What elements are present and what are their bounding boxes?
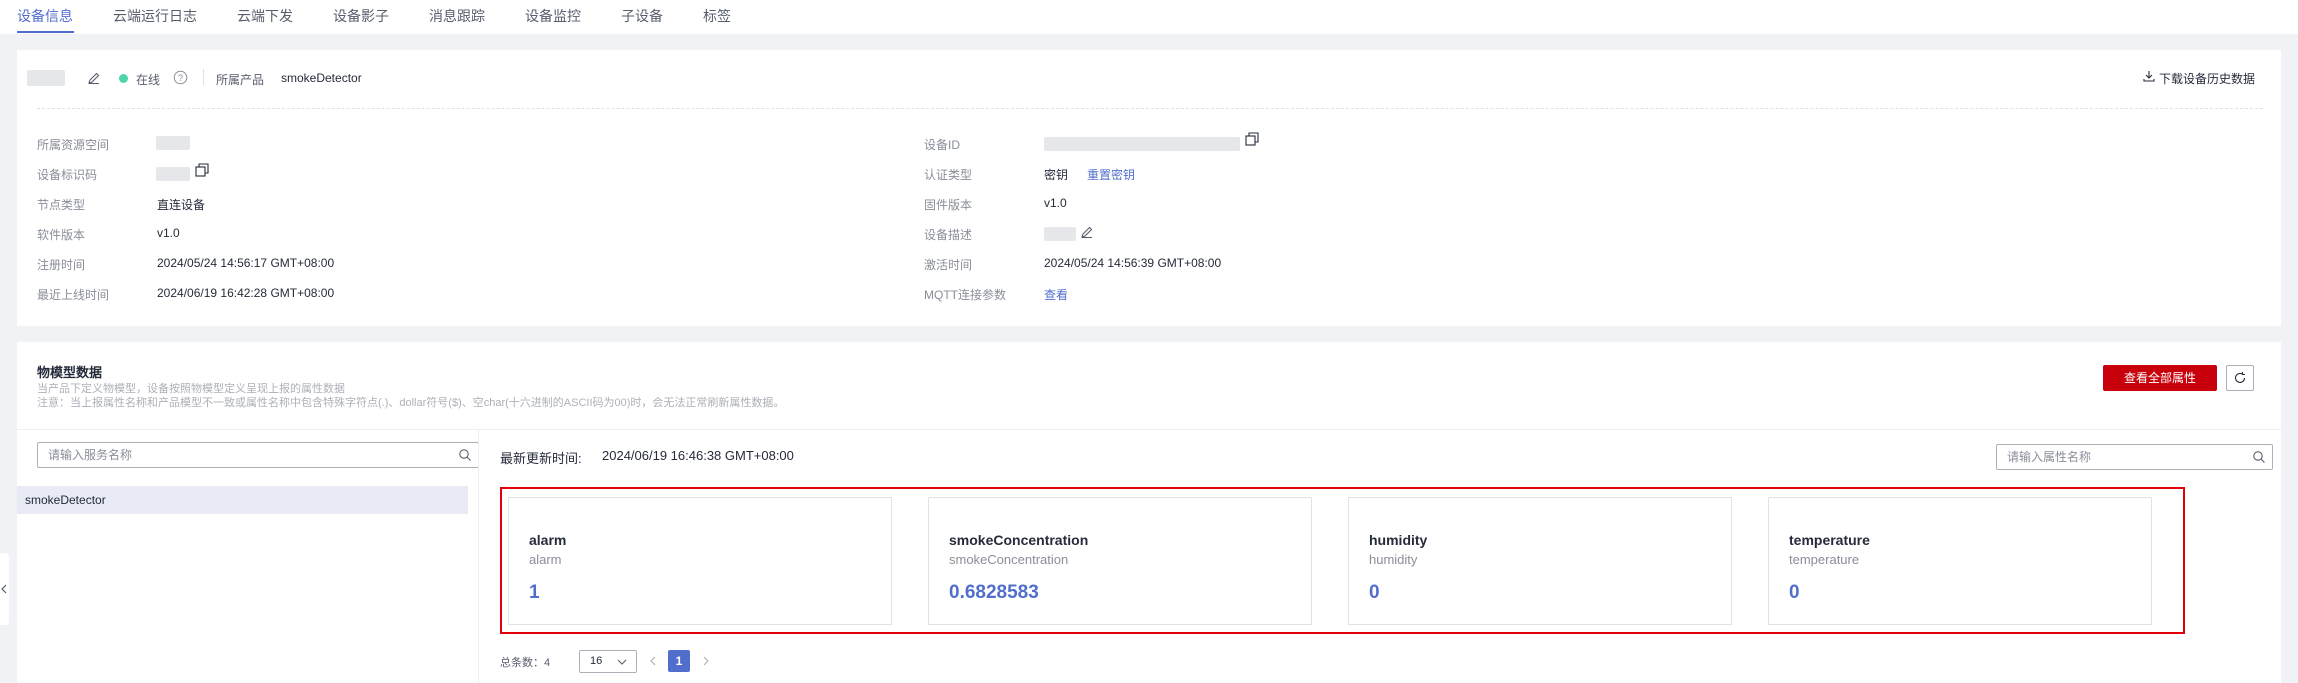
resource-space-redacted	[156, 136, 190, 150]
tab-device-shadow[interactable]: 设备影子	[333, 0, 389, 32]
tab-sub-device[interactable]: 子设备	[621, 0, 663, 32]
property-value: 1	[529, 582, 540, 603]
mqtt-view-link[interactable]: 查看	[1044, 286, 1068, 303]
tab-device-info[interactable]: 设备信息	[17, 0, 73, 32]
update-time-value: 2024/06/19 16:46:38 GMT+08:00	[602, 448, 794, 463]
activate-time-label: 激活时间	[924, 258, 973, 272]
panel-divider	[478, 430, 479, 683]
page-size-select[interactable]: 16	[579, 650, 637, 673]
property-name: temperature	[1789, 532, 1870, 548]
product-value: smokeDetector	[281, 71, 362, 85]
edit-icon[interactable]	[87, 71, 101, 85]
search-icon[interactable]	[2252, 450, 2266, 464]
device-id-redacted	[1044, 137, 1240, 151]
copy-icon[interactable]	[194, 162, 210, 178]
property-id: alarm	[529, 552, 562, 567]
chevron-right-icon[interactable]	[701, 655, 711, 667]
copy-icon[interactable]	[1244, 131, 1260, 147]
property-value: 0.6828583	[949, 582, 1039, 603]
chevron-left-icon[interactable]	[648, 655, 658, 667]
update-time-label: 最新更新时间:	[500, 451, 582, 466]
tab-cloud-log[interactable]: 云端运行日志	[113, 0, 197, 32]
tab-bar: 设备信息 云端运行日志 云端下发 设备影子 消息跟踪 设备监控 子设备 标签	[0, 0, 2298, 34]
node-type-label: 节点类型	[37, 198, 86, 212]
help-icon[interactable]: ?	[173, 70, 188, 85]
section-divider	[17, 429, 2281, 430]
active-tab-indicator	[17, 31, 74, 33]
last-online-value: 2024/06/19 16:42:28 GMT+08:00	[157, 286, 335, 300]
service-search-input[interactable]: 请输入服务名称	[37, 442, 479, 468]
activate-time-value: 2024/05/24 14:56:39 GMT+08:00	[1044, 256, 1222, 270]
status-text: 在线	[136, 73, 161, 87]
firmware-version-label: 固件版本	[924, 198, 973, 212]
download-history-button[interactable]: 下载设备历史数据	[2159, 70, 2255, 87]
svg-text:?: ?	[178, 73, 183, 83]
tab-device-monitor[interactable]: 设备监控	[525, 0, 581, 32]
software-version-value: v1.0	[157, 226, 180, 240]
device-desc-label: 设备描述	[924, 228, 973, 242]
thing-model-title: 物模型数据	[37, 365, 103, 380]
device-name-redacted	[27, 70, 65, 86]
reset-secret-link[interactable]: 重置密钥	[1087, 166, 1135, 183]
property-id: humidity	[1369, 552, 1418, 567]
mqtt-params-label: MQTT连接参数	[924, 288, 1006, 302]
edit-icon[interactable]	[1080, 225, 1094, 239]
chevron-down-icon	[617, 659, 627, 665]
property-id: smokeConcentration	[949, 552, 1069, 567]
register-time-label: 注册时间	[37, 258, 86, 272]
search-icon[interactable]	[458, 448, 472, 462]
page-current[interactable]: 1	[668, 650, 690, 672]
property-card-alarm: alarm alarm 1	[508, 497, 892, 625]
divider	[203, 69, 204, 85]
total-count: 总条数：4	[500, 657, 551, 669]
node-id-redacted	[156, 167, 190, 181]
tab-cloud-delivery[interactable]: 云端下发	[237, 0, 293, 32]
property-search-input[interactable]: 请输入属性名称	[1996, 444, 2273, 470]
refresh-button[interactable]	[2226, 365, 2254, 391]
property-search-placeholder: 请输入属性名称	[2007, 450, 2092, 464]
last-online-label: 最近上线时间	[37, 288, 110, 302]
chevron-left-icon	[1, 584, 7, 594]
register-time-value: 2024/05/24 14:56:17 GMT+08:00	[157, 256, 335, 270]
firmware-version-value: v1.0	[1044, 196, 1067, 210]
property-name: alarm	[529, 532, 567, 548]
view-all-properties-button[interactable]: 查看全部属性	[2103, 365, 2217, 391]
property-value: 0	[1789, 582, 1800, 603]
info-divider	[37, 108, 2263, 109]
service-list-item[interactable]: smokeDetector	[17, 486, 468, 514]
node-type-value: 直连设备	[157, 198, 206, 212]
resource-space-label: 所属资源空间	[37, 138, 110, 152]
property-card-temperature: temperature temperature 0	[1768, 497, 2152, 625]
property-name: smokeConcentration	[949, 532, 1089, 548]
software-version-label: 软件版本	[37, 228, 86, 242]
node-id-label: 设备标识码	[37, 168, 98, 182]
device-info-card: 在线 ? 所属产品 smokeDetector 下载设备历史数据 所属资源空间 …	[17, 50, 2281, 326]
service-item-label: smokeDetector	[25, 493, 106, 507]
download-icon[interactable]	[2142, 69, 2156, 83]
property-name: humidity	[1369, 532, 1428, 548]
auth-type-label: 认证类型	[924, 168, 973, 182]
device-id-label: 设备ID	[924, 138, 961, 152]
property-card-smoke-concentration: smokeConcentration smokeConcentration 0.…	[928, 497, 1312, 625]
product-label: 所属产品	[216, 73, 265, 87]
tab-message-trace[interactable]: 消息跟踪	[429, 0, 485, 32]
page-size-value: 16	[590, 655, 603, 667]
status-dot	[119, 74, 128, 83]
thing-model-note: 注意：当上报属性名称和产品模型不一致或属性名称中包含特殊字符点(.)、dolla…	[37, 397, 785, 409]
tab-tags[interactable]: 标签	[703, 0, 731, 32]
device-desc-redacted	[1044, 227, 1076, 241]
property-card-humidity: humidity humidity 0	[1348, 497, 1732, 625]
sidebar-toggle[interactable]	[0, 553, 9, 625]
refresh-icon	[2234, 372, 2246, 383]
property-value: 0	[1369, 582, 1380, 603]
property-id: temperature	[1789, 552, 1860, 567]
service-search-placeholder: 请输入服务名称	[48, 448, 133, 462]
auth-type-value: 密钥	[1044, 168, 1069, 182]
